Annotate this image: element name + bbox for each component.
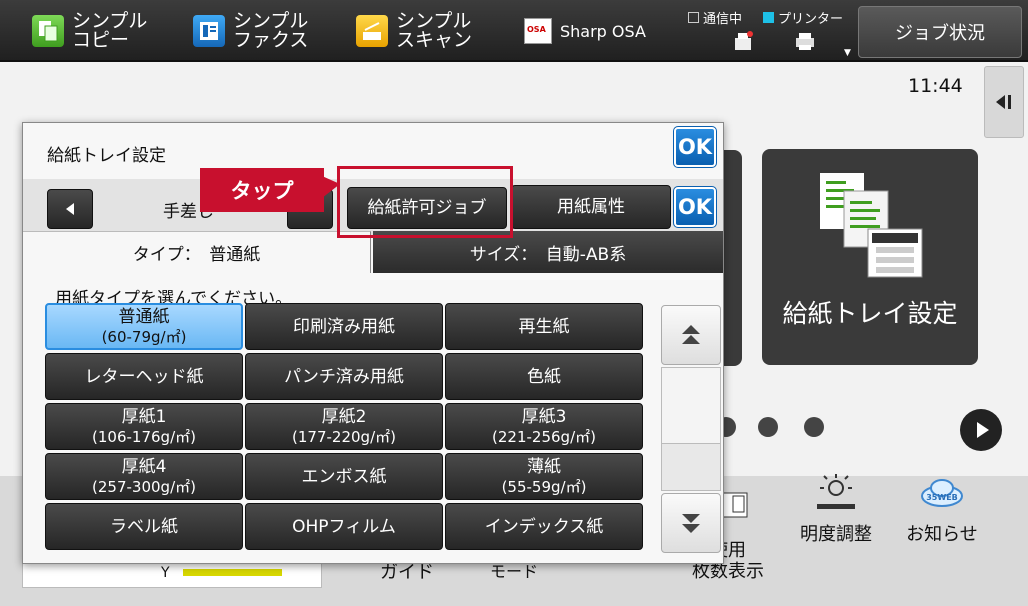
page-indicator-dot[interactable] [804, 417, 824, 437]
paper-attribute-button[interactable]: 用紙属性 [511, 185, 671, 229]
paper-type-button[interactable]: レターヘッド紙 [45, 353, 243, 400]
paper-type-label: 厚紙1 [121, 406, 167, 427]
double-chevron-down-icon [682, 514, 700, 533]
clock: 11:44 [908, 75, 963, 97]
communicating-status: 通信中 [688, 8, 742, 27]
top-bar: シンプル コピー シンプル ファクス シンプル スキャン OSA Sharp O… [0, 0, 1028, 62]
paper-type-label: 再生紙 [518, 316, 570, 337]
paper-type-button[interactable]: インデックス紙 [445, 503, 643, 550]
paper-type-label: 色紙 [527, 366, 561, 387]
tap-callout: タップ [200, 168, 324, 212]
toner-color-label: Y [161, 565, 170, 581]
page-indicator-dot[interactable] [758, 417, 778, 437]
brightness-label: 明度調整 [800, 524, 872, 545]
communicating-indicator [688, 12, 699, 23]
paper-type-label: 厚紙2 [321, 406, 367, 427]
paper-type-button[interactable]: パンチ済み用紙 [245, 353, 443, 400]
dialog-title: 給紙トレイ設定 [47, 146, 166, 166]
cloud-web-icon: 35WEB [917, 472, 967, 512]
paper-type-button[interactable]: 印刷済み用紙 [245, 303, 443, 350]
paper-type-label: 印刷済み用紙 [293, 316, 395, 337]
scroll-down-button[interactable] [661, 493, 721, 553]
scroll-up-button[interactable] [661, 305, 721, 365]
info-button[interactable]: 35WEB お知らせ [902, 472, 982, 546]
paper-type-button[interactable]: 薄紙 (55-59g/㎡) [445, 453, 643, 500]
paper-type-label: 厚紙3 [521, 406, 567, 427]
dialog-ok-button[interactable]: OK [673, 126, 717, 168]
paper-type-button[interactable]: 厚紙2 (177-220g/㎡) [245, 403, 443, 450]
paper-type-label: インデックス紙 [484, 516, 604, 537]
paper-type-button[interactable]: 色紙 [445, 353, 643, 400]
paper-type-button[interactable]: 普通紙 (60-79g/㎡) [45, 303, 243, 350]
double-chevron-up-icon [682, 325, 700, 344]
paper-weight-label: (106-176g/㎡) [92, 427, 196, 446]
paper-type-button[interactable]: ラベル紙 [45, 503, 243, 550]
paper-weight-label: (55-59g/㎡) [501, 477, 587, 496]
simple-scan-button[interactable]: シンプル スキャン [356, 8, 472, 54]
osa-icon: OSA [524, 18, 552, 44]
tab-paper-type[interactable]: タイプ： 普通紙 [23, 231, 371, 273]
paper-type-label: パンチ済み用紙 [284, 366, 404, 387]
sharp-osa-button[interactable]: OSA Sharp OSA [524, 8, 646, 54]
paper-type-label: 薄紙 [527, 456, 561, 477]
scroll-track[interactable] [661, 367, 721, 491]
cloud-web-logo-text: 35WEB [926, 493, 958, 502]
paper-type-button[interactable]: 厚紙3 (221-256g/㎡) [445, 403, 643, 450]
paper-type-scrollbar [661, 305, 721, 555]
paper-weight-label: (221-256g/㎡) [492, 427, 596, 446]
paper-type-button[interactable]: 再生紙 [445, 303, 643, 350]
simple-fax-button[interactable]: シンプル ファクス [193, 8, 308, 54]
paper-type-label: 厚紙4 [121, 456, 167, 477]
printer-indicator [763, 12, 774, 23]
tray-prev-button[interactable] [47, 189, 93, 229]
paper-type-button[interactable]: エンボス紙 [245, 453, 443, 500]
paper-type-button[interactable]: 厚紙4 (257-300g/㎡) [45, 453, 243, 500]
collapse-left-icon [996, 95, 1011, 109]
next-page-button[interactable] [960, 409, 1002, 451]
paper-weight-label: (177-220g/㎡) [292, 427, 396, 446]
paper-weight-label: (257-300g/㎡) [92, 477, 196, 496]
copy-icon [32, 15, 64, 47]
printer-status: プリンター [763, 8, 843, 27]
paper-weight-label: (60-79g/㎡) [101, 327, 187, 346]
fax-icon [193, 15, 225, 47]
printer-icon [796, 33, 814, 50]
side-panel-toggle[interactable] [984, 66, 1024, 138]
paper-tray-settings-icon [820, 173, 923, 278]
paper-type-label: エンボス紙 [301, 466, 387, 487]
info-label: お知らせ [906, 524, 978, 545]
paper-type-button[interactable]: 厚紙1 (106-176g/㎡) [45, 403, 243, 450]
paper-tray-settings-tile[interactable]: 給紙トレイ設定 [762, 149, 978, 365]
brightness-icon [811, 472, 861, 512]
brightness-button[interactable]: 明度調整 [796, 472, 876, 546]
paper-type-label: レターヘッド紙 [84, 366, 204, 387]
status-expand-icon[interactable]: ▼ [844, 48, 851, 58]
paper-type-label: OHPフィルム [292, 516, 396, 537]
job-status-button[interactable]: ジョブ状況 [858, 6, 1022, 58]
tap-highlight-box [337, 166, 513, 238]
scroll-thumb[interactable] [662, 368, 720, 444]
communication-icon [735, 31, 753, 50]
toner-level-bar [183, 569, 282, 576]
simple-copy-button[interactable]: シンプル コピー [32, 8, 147, 54]
scan-icon [356, 15, 388, 47]
paper-type-label: 普通紙 [118, 306, 170, 327]
paper-type-button[interactable]: OHPフィルム [245, 503, 443, 550]
paper-type-label: ラベル紙 [110, 516, 178, 537]
tray-ok-button[interactable]: OK [673, 186, 717, 228]
status-area: 通信中 プリンター ▼ [688, 8, 858, 58]
